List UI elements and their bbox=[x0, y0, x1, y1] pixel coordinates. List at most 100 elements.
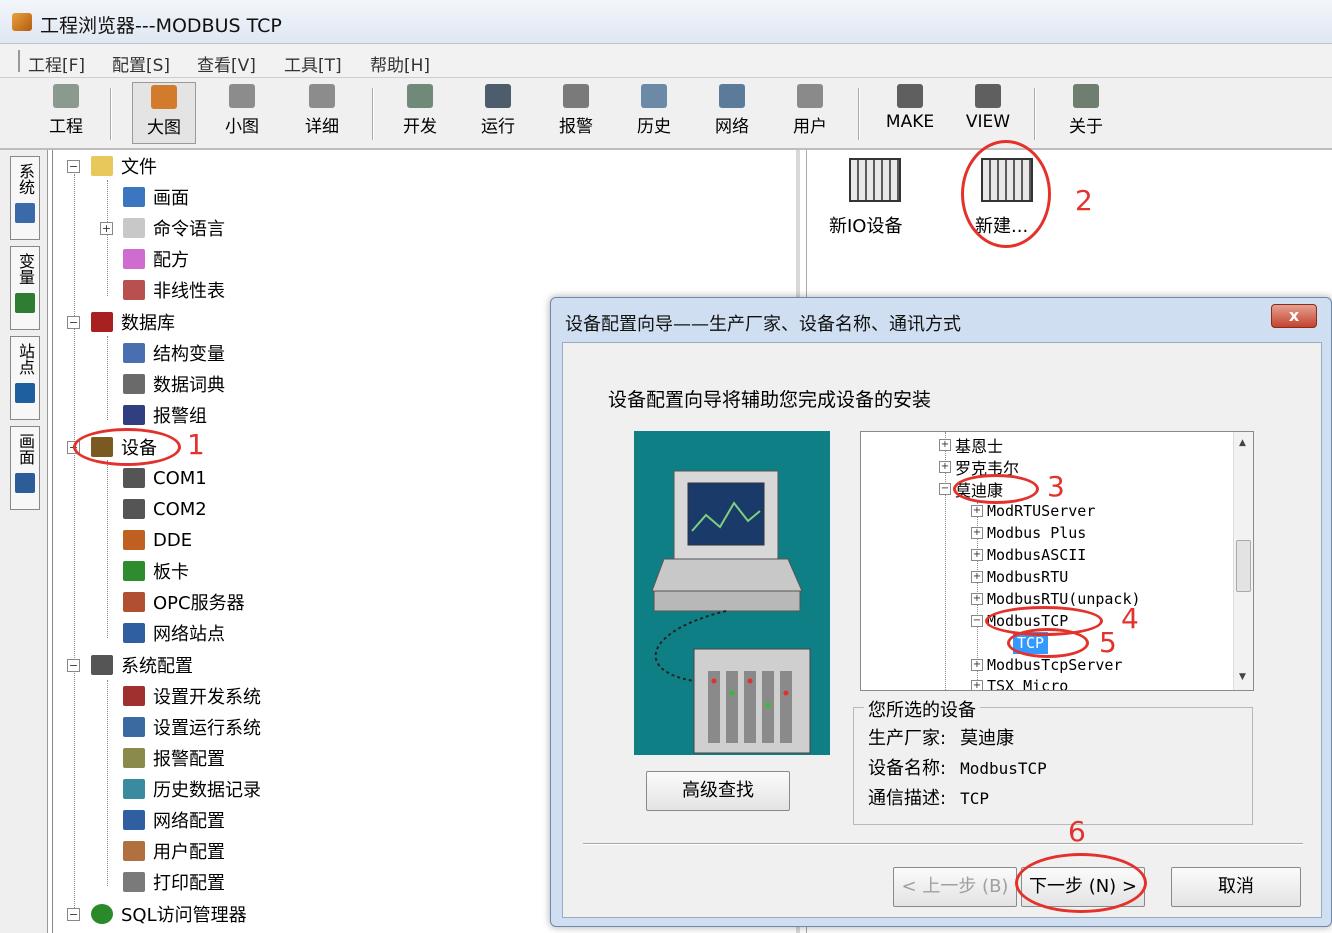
struct-icon bbox=[123, 343, 145, 363]
tree-node-system-config[interactable]: 系统配置 bbox=[91, 651, 193, 679]
network-station-icon bbox=[123, 623, 145, 643]
annotation-number: 4 bbox=[1121, 602, 1139, 635]
tree-node-screens[interactable]: 画面 bbox=[123, 183, 189, 211]
expand-toggle[interactable]: + bbox=[100, 222, 113, 235]
collapse-toggle[interactable]: − bbox=[939, 483, 951, 495]
tools-icon bbox=[91, 655, 113, 675]
device-modbusascii[interactable]: + ModbusASCII bbox=[971, 544, 1086, 566]
toolbar-separator bbox=[1034, 88, 1036, 140]
tree-node-database[interactable]: 数据库 bbox=[91, 308, 175, 336]
tab-system[interactable]: 系统 bbox=[10, 156, 40, 240]
toolbar-details-button[interactable]: 详细 bbox=[290, 82, 354, 144]
tree-node-com1[interactable]: COM1 bbox=[123, 464, 207, 492]
tree-node-recipe[interactable]: 配方 bbox=[123, 245, 189, 273]
expand-toggle[interactable]: + bbox=[971, 659, 983, 671]
tree-node-dde[interactable]: DDE bbox=[123, 526, 192, 554]
tree-node-struct-variables[interactable]: 结构变量 bbox=[123, 339, 225, 367]
menu-config[interactable]: 配置[S] bbox=[112, 51, 170, 76]
menu-help[interactable]: 帮助[H] bbox=[370, 51, 430, 76]
tree-node-com2[interactable]: COM2 bbox=[123, 495, 207, 523]
alarm-group-icon bbox=[123, 405, 145, 425]
device-modbus-plus[interactable]: + Modbus Plus bbox=[971, 522, 1086, 544]
device-tree-scrollbar[interactable]: ▲ ▼ bbox=[1233, 432, 1253, 690]
device-modbusrtu[interactable]: + ModbusRTU bbox=[971, 566, 1068, 588]
device-config-wizard-dialog: 设备配置向导——生产厂家、设备名称、通讯方式 x 设备配置向导将辅助您完成设备的… bbox=[550, 297, 1332, 927]
device-name-row: 设备名称: ModbusTCP bbox=[868, 758, 1047, 779]
new-io-device-label: 新IO设备 bbox=[829, 216, 903, 237]
previous-button[interactable]: < 上一步 (B) bbox=[893, 867, 1017, 907]
collapse-toggle[interactable]: − bbox=[971, 615, 983, 627]
user-icon bbox=[123, 841, 145, 861]
toolbar-develop-button[interactable]: 开发 bbox=[388, 82, 452, 144]
tree-node-data-dictionary[interactable]: 数据词典 bbox=[123, 370, 225, 398]
collapse-toggle[interactable]: − bbox=[67, 908, 80, 921]
toolbar-about-button[interactable]: 关于 bbox=[1054, 82, 1118, 144]
toolbar-alarm-button[interactable]: 报警 bbox=[544, 82, 608, 144]
tree-node-history-record[interactable]: 历史数据记录 bbox=[123, 775, 261, 803]
about-icon bbox=[1073, 84, 1099, 108]
toolbar-network-button[interactable]: 网络 bbox=[700, 82, 764, 144]
tree-node-print-config[interactable]: 打印配置 bbox=[123, 868, 225, 896]
expand-toggle[interactable]: + bbox=[971, 527, 983, 539]
tree-node-network-station[interactable]: 网络站点 bbox=[123, 619, 225, 647]
make-icon bbox=[897, 84, 923, 108]
large-icons-icon bbox=[151, 85, 177, 109]
cancel-button[interactable]: 取消 bbox=[1171, 867, 1301, 907]
window-title: 工程浏览器---MODBUS TCP bbox=[40, 15, 282, 37]
toolbar-history-button[interactable]: 历史 bbox=[622, 82, 686, 144]
scroll-thumb[interactable] bbox=[1236, 540, 1251, 592]
toolbar-run-button[interactable]: 运行 bbox=[466, 82, 530, 144]
tree-node-files[interactable]: 文件 bbox=[91, 152, 157, 180]
toolbar-user-button[interactable]: 用户 bbox=[778, 82, 842, 144]
scroll-down-icon[interactable]: ▼ bbox=[1239, 672, 1246, 682]
expand-toggle[interactable]: + bbox=[971, 505, 983, 517]
tab-stations[interactable]: 站点 bbox=[10, 336, 40, 420]
menu-project[interactable]: 工程[F] bbox=[28, 51, 85, 76]
toolbar-separator bbox=[858, 88, 860, 140]
tree-node-alarm-config[interactable]: 报警配置 bbox=[123, 744, 225, 772]
tree-node-user-config[interactable]: 用户配置 bbox=[123, 837, 225, 865]
tree-node-alarm-group[interactable]: 报警组 bbox=[123, 401, 207, 429]
collapse-toggle[interactable]: − bbox=[67, 316, 80, 329]
close-button[interactable]: x bbox=[1271, 304, 1317, 328]
expand-toggle[interactable]: + bbox=[971, 680, 983, 690]
tree-node-sql-manager[interactable]: SQL访问管理器 bbox=[91, 900, 247, 928]
device-tsx-micro[interactable]: + TSX Micro bbox=[971, 675, 1068, 690]
alarm-icon bbox=[563, 84, 589, 108]
tree-node-opc-server[interactable]: OPC服务器 bbox=[123, 588, 245, 616]
stations-icon bbox=[15, 383, 35, 403]
expand-toggle[interactable]: + bbox=[971, 593, 983, 605]
tab-screens[interactable]: 画面 bbox=[10, 426, 40, 510]
tree-node-network-config[interactable]: 网络配置 bbox=[123, 806, 225, 834]
toolbar-view-button[interactable]: VIEW bbox=[956, 82, 1020, 144]
computer-illustration bbox=[634, 431, 830, 755]
expand-toggle[interactable]: + bbox=[971, 549, 983, 561]
toolbar-small-icons-button[interactable]: 小图 bbox=[210, 82, 274, 144]
toolbar-large-icons-button[interactable]: 大图 bbox=[132, 82, 196, 144]
menu-tools[interactable]: 工具[T] bbox=[284, 51, 342, 76]
history-record-icon bbox=[123, 779, 145, 799]
collapse-toggle[interactable]: − bbox=[67, 659, 80, 672]
toolbar-project-button[interactable]: 工程 bbox=[34, 82, 98, 144]
tree-node-board[interactable]: 板卡 bbox=[123, 557, 189, 585]
expand-toggle[interactable]: + bbox=[939, 461, 951, 473]
annotation-number: 3 bbox=[1047, 470, 1065, 503]
tree-node-nonlinear-table[interactable]: 非线性表 bbox=[123, 276, 225, 304]
globe-icon bbox=[91, 904, 113, 924]
tab-variables[interactable]: 变量 bbox=[10, 246, 40, 330]
tree-node-command-language[interactable]: 命令语言 bbox=[123, 214, 225, 242]
expand-toggle[interactable]: + bbox=[939, 439, 951, 451]
tree-node-run-system-settings[interactable]: 设置运行系统 bbox=[123, 713, 261, 741]
vendor-keyence[interactable]: + 基恩士 bbox=[939, 434, 1003, 456]
expand-toggle[interactable]: + bbox=[971, 571, 983, 583]
toolbar-make-button[interactable]: MAKE bbox=[878, 82, 942, 144]
scroll-up-icon[interactable]: ▲ bbox=[1239, 438, 1246, 448]
bell-icon bbox=[123, 748, 145, 768]
screen-icon bbox=[123, 187, 145, 207]
collapse-toggle[interactable]: − bbox=[67, 160, 80, 173]
annotation-number: 2 bbox=[1075, 184, 1093, 217]
tree-node-dev-system-settings[interactable]: 设置开发系统 bbox=[123, 682, 261, 710]
menu-view[interactable]: 查看[V] bbox=[197, 51, 256, 76]
advanced-search-button[interactable]: 高级查找 bbox=[646, 771, 790, 811]
new-io-device-item[interactable] bbox=[845, 158, 905, 214]
